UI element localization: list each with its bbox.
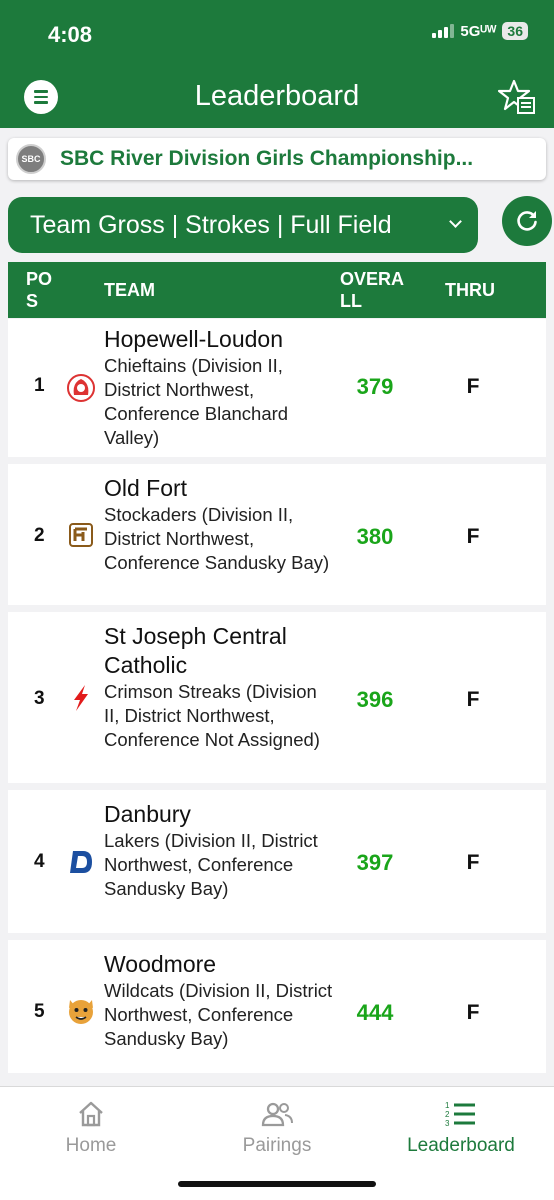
svg-text:3: 3 — [445, 1119, 450, 1128]
signal-icon — [432, 24, 455, 38]
team-cell: Old Fort Stockaders (Division II, Distri… — [104, 474, 334, 575]
team-cell: Danbury Lakers (Division II, District No… — [104, 800, 334, 901]
event-selector[interactable]: SBC SBC River Division Girls Championshi… — [8, 138, 546, 180]
row-position: 1 — [34, 375, 45, 396]
tab-home[interactable]: Home — [16, 1097, 166, 1157]
app-header: 4:08 5Gᵁᵂ 36 Leaderboard — [0, 0, 554, 128]
event-name: SBC River Division Girls Championship... — [60, 147, 474, 170]
team-description: Lakers (Division II, District Northwest,… — [104, 830, 318, 899]
team-description: Crimson Streaks (Division II, District N… — [104, 681, 320, 750]
column-header-thru: THRU — [445, 280, 495, 300]
leaderboard-filter-dropdown[interactable]: Team Gross | Strokes | Full Field — [8, 197, 478, 253]
chevron-down-icon — [449, 215, 462, 228]
favorites-list-button[interactable] — [497, 78, 536, 116]
team-description: Wildcats (Division II, District Northwes… — [104, 980, 333, 1049]
tab-pairings[interactable]: Pairings — [202, 1097, 352, 1157]
table-row[interactable]: 5 Woodmore Wildcats (Division II, Distri… — [8, 940, 546, 1073]
thru-status: F — [466, 1001, 480, 1024]
stockaders-logo-icon — [69, 523, 93, 547]
home-icon — [79, 1101, 103, 1127]
overall-score: 379 — [356, 374, 394, 399]
refresh-icon — [517, 211, 537, 231]
row-position: 2 — [34, 525, 45, 546]
lakers-logo-icon — [70, 851, 92, 873]
tab-label: Home — [65, 1135, 117, 1156]
thru-status: F — [466, 375, 480, 398]
team-description: Chieftains (Division II, District Northw… — [104, 355, 289, 448]
table-row[interactable]: 2 Old Fort Stockaders (Division II, Dist… — [8, 464, 546, 605]
status-time: 4:08 — [48, 22, 93, 47]
status-indicators: 5Gᵁᵂ 36 — [432, 22, 528, 40]
star-list-icon — [497, 79, 535, 114]
team-description: Stockaders (Division II, District Northw… — [104, 504, 330, 573]
page-title: Leaderboard — [194, 80, 360, 112]
overall-score: 444 — [356, 1000, 394, 1025]
thru-status: F — [466, 525, 480, 548]
team-cell: Hopewell-Loudon Chieftains (Division II,… — [104, 325, 334, 450]
table-row[interactable]: 1 Hopewell-Loudon Chieftains (Division I… — [8, 319, 546, 457]
thru-status: F — [466, 688, 480, 711]
team-name: Old Fort — [104, 475, 188, 501]
overall-score: 380 — [356, 524, 394, 549]
sbc-logo: SBC — [16, 144, 46, 174]
thru-status: F — [466, 851, 480, 874]
table-row[interactable]: 4 Danbury Lakers (Division II, District … — [8, 790, 546, 933]
team-name: Danbury — [104, 801, 191, 827]
column-header-pos: PO S — [26, 269, 53, 311]
home-indicator[interactable] — [178, 1181, 376, 1187]
svg-text:2: 2 — [445, 1110, 450, 1119]
column-header-team: TEAM — [104, 280, 155, 300]
people-icon — [261, 1102, 293, 1127]
leaderboard-header-row: PO S TEAM OVERA LL THRU — [8, 262, 546, 318]
tab-label: Leaderboard — [407, 1135, 515, 1156]
team-cell: Woodmore Wildcats (Division II, District… — [104, 950, 334, 1051]
overall-score: 396 — [356, 687, 394, 712]
ranked-list-icon: 1 2 3 — [445, 1101, 475, 1128]
wildcats-logo-icon — [69, 1000, 93, 1024]
tab-label: Pairings — [242, 1135, 312, 1156]
chieftains-logo-icon — [67, 374, 95, 402]
network-type: 5Gᵁᵂ — [460, 22, 497, 40]
battery-icon: 36 — [502, 22, 528, 40]
refresh-button[interactable] — [502, 196, 552, 246]
team-cell: St Joseph Central Catholic Crimson Strea… — [104, 622, 334, 752]
svg-text:1: 1 — [445, 1101, 450, 1110]
table-row[interactable]: 3 St Joseph Central Catholic Crimson Str… — [8, 612, 546, 783]
column-header-overall: OVERA LL — [340, 269, 404, 311]
overall-score: 397 — [356, 850, 394, 875]
team-name: St Joseph Central Catholic — [104, 623, 287, 678]
team-name: Hopewell-Loudon — [104, 326, 284, 352]
team-name: Woodmore — [104, 951, 217, 977]
tab-leaderboard[interactable]: 1 2 3 Leaderboard — [386, 1097, 536, 1157]
lightning-bolt-logo-icon — [74, 685, 88, 711]
filter-label: Team Gross | Strokes | Full Field — [30, 210, 392, 239]
row-position: 3 — [34, 688, 45, 709]
row-position: 4 — [34, 851, 45, 872]
row-position: 5 — [34, 1001, 45, 1022]
